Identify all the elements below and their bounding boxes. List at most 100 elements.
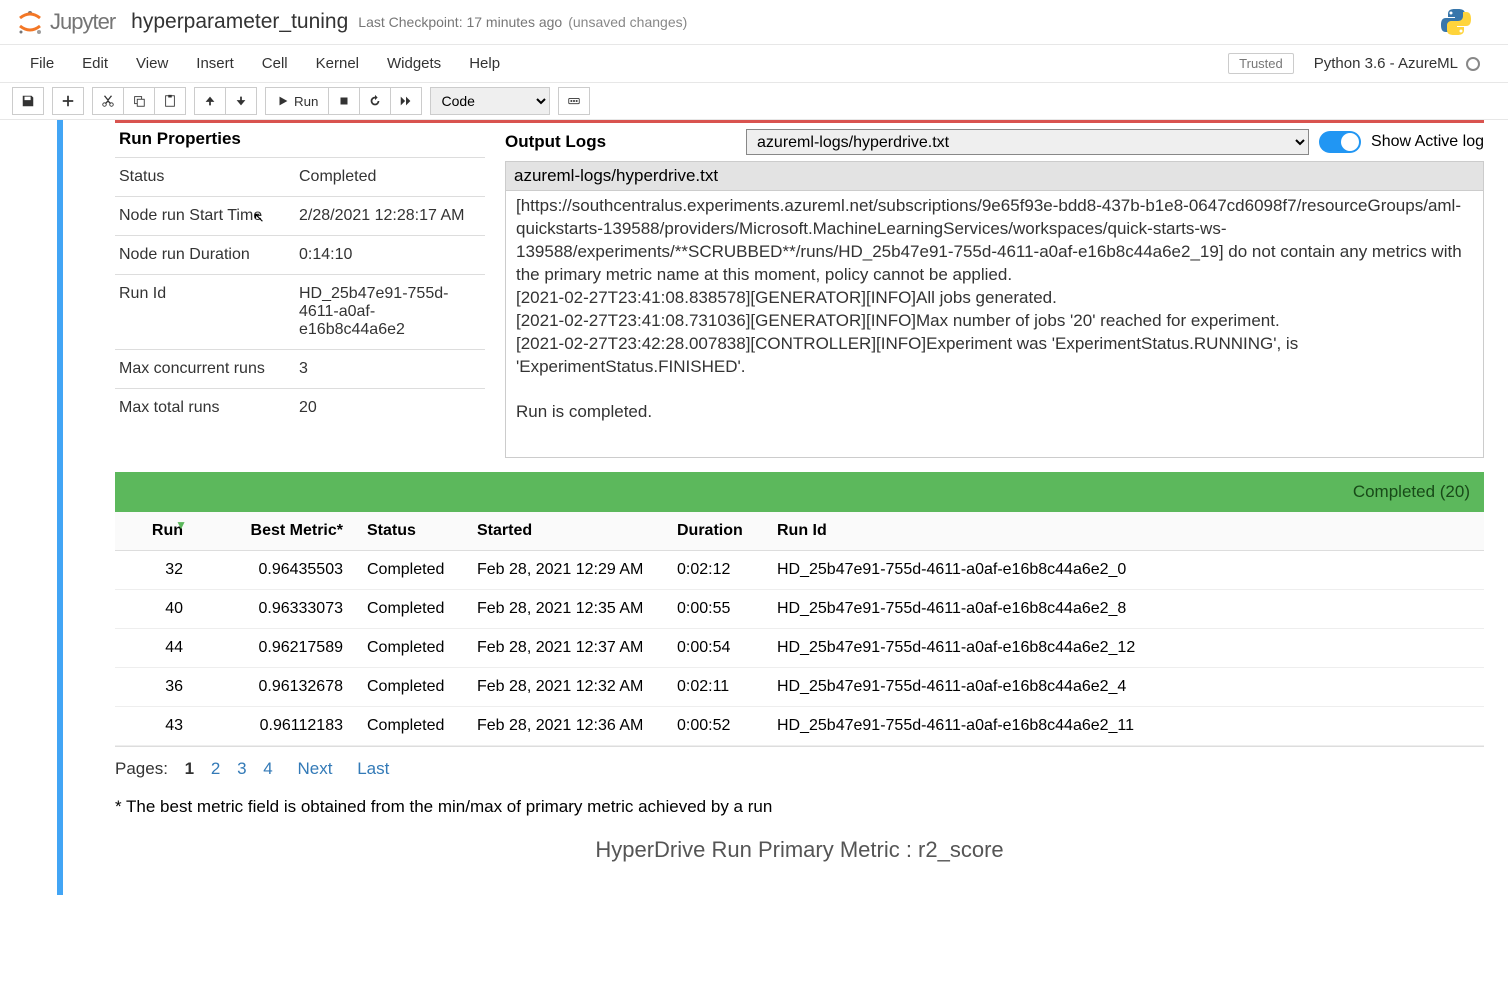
menu-view[interactable]: View <box>122 51 182 76</box>
run-label: Run <box>294 94 318 109</box>
checkpoint-status: Last Checkpoint: 17 minutes ago <box>358 14 562 30</box>
cell-run-id: HD_25b47e91-755d-4611-a0af-e16b8c44a6e2_… <box>765 707 1484 746</box>
cut-button[interactable] <box>92 87 124 115</box>
start-time-value: 2/28/2021 12:28:17 AM <box>299 207 481 225</box>
max-total-label: Max total runs <box>119 399 299 417</box>
cell-type-select[interactable]: Code <box>430 87 550 115</box>
menu-cell[interactable]: Cell <box>248 51 302 76</box>
log-body[interactable]: [https://southcentralus.experiments.azur… <box>505 190 1484 458</box>
pager-next[interactable]: Next <box>297 759 332 778</box>
pager-current: 1 <box>185 759 194 778</box>
toolbar: Run Code <box>0 83 1508 120</box>
cell-metric: 0.96217589 <box>195 629 355 668</box>
run-id-value: HD_25b47e91-755d-4611-a0af-e16b8c44a6e2 <box>299 285 481 339</box>
run-id-label: Run Id <box>119 285 299 339</box>
col-duration[interactable]: Duration <box>665 512 765 551</box>
cell-run-id: HD_25b47e91-755d-4611-a0af-e16b8c44a6e2_… <box>765 629 1484 668</box>
col-started[interactable]: Started <box>465 512 665 551</box>
footnote: * The best metric field is obtained from… <box>115 797 1484 817</box>
cell-run: 32 <box>115 551 195 590</box>
col-run-id[interactable]: Run Id <box>765 512 1484 551</box>
cell-started: Feb 28, 2021 12:36 AM <box>465 707 665 746</box>
header: Jupyter hyperparameter_tuning Last Check… <box>0 0 1508 45</box>
trusted-badge[interactable]: Trusted <box>1228 53 1294 74</box>
cell-status: Completed <box>355 551 465 590</box>
show-active-label: Show Active log <box>1371 133 1484 151</box>
kernel-name: Python 3.6 - AzureML <box>1314 55 1458 72</box>
max-total-value: 20 <box>299 399 481 417</box>
menu-insert[interactable]: Insert <box>182 51 248 76</box>
table-row[interactable]: 400.96333073CompletedFeb 28, 2021 12:35 … <box>115 590 1484 629</box>
jupyter-logo-text: Jupyter <box>50 9 115 35</box>
show-active-toggle[interactable] <box>1319 131 1361 153</box>
pager-page-3[interactable]: 3 <box>237 759 246 778</box>
log-file-select[interactable]: azureml-logs/hyperdrive.txt <box>746 129 1309 155</box>
cell-duration: 0:02:11 <box>665 668 765 707</box>
cell-started: Feb 28, 2021 12:32 AM <box>465 668 665 707</box>
jupyter-logo[interactable]: Jupyter <box>16 8 115 36</box>
cell-started: Feb 28, 2021 12:35 AM <box>465 590 665 629</box>
stop-button[interactable] <box>329 87 360 115</box>
cell-metric: 0.96333073 <box>195 590 355 629</box>
menu-file[interactable]: File <box>16 51 68 76</box>
cell-status: Completed <box>355 707 465 746</box>
cell-status: Completed <box>355 668 465 707</box>
python-icon <box>1440 6 1472 38</box>
pager-page-4[interactable]: 4 <box>263 759 272 778</box>
save-button[interactable] <box>12 87 44 115</box>
cell-duration: 0:02:12 <box>665 551 765 590</box>
table-row[interactable]: 320.96435503CompletedFeb 28, 2021 12:29 … <box>115 551 1484 590</box>
menu-kernel[interactable]: Kernel <box>302 51 373 76</box>
status-value: Completed <box>299 168 481 186</box>
restart-button[interactable] <box>360 87 391 115</box>
cell-run-id: HD_25b47e91-755d-4611-a0af-e16b8c44a6e2_… <box>765 668 1484 707</box>
kernel-indicator[interactable]: Python 3.6 - AzureML <box>1314 55 1480 72</box>
cell-run: 40 <box>115 590 195 629</box>
copy-button[interactable] <box>124 87 155 115</box>
cell-run: 44 <box>115 629 195 668</box>
col-run[interactable]: Run▼ <box>115 512 195 551</box>
menu-widgets[interactable]: Widgets <box>373 51 455 76</box>
cell-status: Completed <box>355 590 465 629</box>
pager-page-2[interactable]: 2 <box>211 759 220 778</box>
duration-value: 0:14:10 <box>299 246 481 264</box>
move-up-button[interactable] <box>194 87 226 115</box>
chart-title: HyperDrive Run Primary Metric : r2_score <box>115 837 1484 863</box>
table-row[interactable]: 440.96217589CompletedFeb 28, 2021 12:37 … <box>115 629 1484 668</box>
menu-help[interactable]: Help <box>455 51 514 76</box>
completed-bar: Completed (20) <box>115 472 1484 512</box>
start-time-label: Node run Start Time <box>119 207 299 225</box>
output-logs: Output Logs azureml-logs/hyperdrive.txt … <box>505 123 1484 458</box>
cell-run-id: HD_25b47e91-755d-4611-a0af-e16b8c44a6e2_… <box>765 551 1484 590</box>
pager-label: Pages: <box>115 759 168 778</box>
col-best-metric[interactable]: Best Metric* <box>195 512 355 551</box>
paste-button[interactable] <box>155 87 186 115</box>
command-palette-button[interactable] <box>558 87 590 115</box>
restart-run-all-button[interactable] <box>391 87 422 115</box>
sort-down-icon: ▼ <box>175 518 187 532</box>
status-label: Status <box>119 168 299 186</box>
run-properties-heading: Run Properties <box>115 123 485 157</box>
table-row[interactable]: 430.96112183CompletedFeb 28, 2021 12:36 … <box>115 707 1484 746</box>
col-status[interactable]: Status <box>355 512 465 551</box>
add-cell-button[interactable] <box>52 87 84 115</box>
pager: Pages: 1 2 3 4 Next Last <box>115 747 1484 791</box>
cell-metric: 0.96112183 <box>195 707 355 746</box>
run-button[interactable]: Run <box>265 87 329 115</box>
cell-duration: 0:00:55 <box>665 590 765 629</box>
output-cell: Run Properties StatusCompleted Node run … <box>57 120 1496 895</box>
kernel-status-icon <box>1466 57 1480 71</box>
table-row[interactable]: 360.96132678CompletedFeb 28, 2021 12:32 … <box>115 668 1484 707</box>
notebook-area[interactable]: Run Properties StatusCompleted Node run … <box>0 120 1508 984</box>
pager-last[interactable]: Last <box>357 759 389 778</box>
jupyter-icon <box>16 8 44 36</box>
duration-label: Node run Duration <box>119 246 299 264</box>
cell-metric: 0.96132678 <box>195 668 355 707</box>
menu-edit[interactable]: Edit <box>68 51 122 76</box>
move-down-button[interactable] <box>226 87 257 115</box>
cell-status: Completed <box>355 629 465 668</box>
cell-duration: 0:00:54 <box>665 629 765 668</box>
notebook-name[interactable]: hyperparameter_tuning <box>131 10 348 34</box>
max-concurrent-value: 3 <box>299 360 481 378</box>
run-table-scroll[interactable]: Run▼ Best Metric* Status Started Duratio… <box>115 512 1484 747</box>
